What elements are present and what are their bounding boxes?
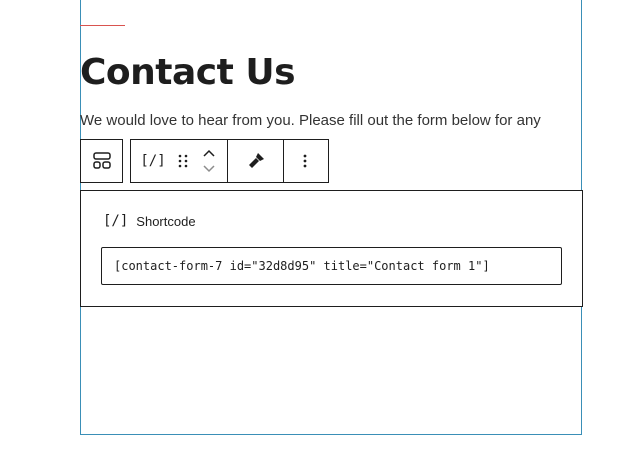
chevron-down-icon — [203, 165, 215, 173]
block-toolbar: [/] — [130, 139, 329, 183]
paint-brush-icon — [248, 153, 264, 168]
more-options-button[interactable] — [284, 140, 326, 182]
select-parent-button[interactable] — [81, 140, 122, 182]
shortcode-block[interactable]: [/] Shortcode — [80, 190, 583, 307]
move-up-button[interactable] — [191, 145, 227, 161]
shortcode-input[interactable] — [101, 247, 562, 285]
toolbar-parent-group — [80, 139, 123, 183]
shortcode-icon: [/] — [103, 213, 129, 229]
layout-grid-icon — [92, 152, 111, 169]
separator-accent-line — [80, 25, 125, 26]
drag-handle-icon — [178, 154, 188, 168]
vertical-ellipsis-icon — [303, 154, 307, 168]
page-title[interactable]: Contact Us — [80, 50, 296, 96]
move-buttons — [191, 140, 227, 182]
shortcode-label: [/] Shortcode — [103, 213, 196, 229]
move-down-button[interactable] — [191, 161, 227, 177]
shortcode-icon: [/] — [140, 153, 166, 169]
shortcode-label-text: Shortcode — [136, 213, 196, 229]
drag-handle-button[interactable] — [175, 140, 191, 182]
chevron-up-icon — [203, 149, 215, 157]
style-tool-button[interactable] — [228, 140, 283, 182]
block-type-button[interactable]: [/] — [131, 140, 175, 182]
